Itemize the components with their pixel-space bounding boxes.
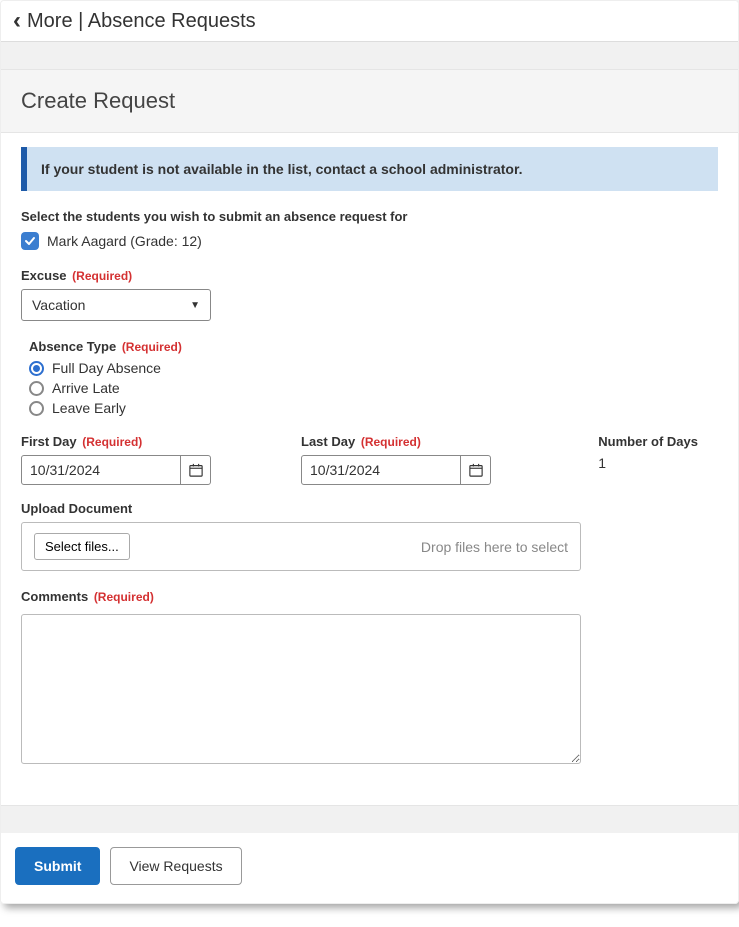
view-requests-button[interactable]: View Requests <box>110 847 241 885</box>
calendar-icon <box>189 463 203 477</box>
comments-label-text: Comments <box>21 589 88 604</box>
last-day-label: Last Day (Required) <box>301 434 561 449</box>
info-banner-text: If your student is not available in the … <box>41 161 523 177</box>
select-files-button[interactable]: Select files... <box>34 533 130 560</box>
absence-type-label: Absence Type (Required) <box>29 339 718 354</box>
last-day-value: 10/31/2024 <box>302 456 460 484</box>
caret-down-icon: ▼ <box>190 300 200 311</box>
page-title: Create Request <box>1 70 738 133</box>
calendar-icon <box>469 463 483 477</box>
submit-button[interactable]: Submit <box>15 847 100 885</box>
excuse-required: (Required) <box>72 269 132 283</box>
radio-leave-early[interactable]: Leave Early <box>29 400 718 416</box>
upload-dropzone[interactable]: Select files... Drop files here to selec… <box>21 522 581 571</box>
comments-textarea[interactable] <box>21 614 581 764</box>
radio-full-day[interactable]: Full Day Absence <box>29 360 718 376</box>
absence-type-group: Absence Type (Required) Full Day Absence… <box>29 339 718 416</box>
last-day-required: (Required) <box>361 435 421 449</box>
last-day-label-text: Last Day <box>301 434 355 449</box>
breadcrumb[interactable]: More | Absence Requests <box>27 10 256 33</box>
radio-label: Leave Early <box>52 400 126 416</box>
student-checkbox[interactable] <box>21 232 39 250</box>
num-days-field: Number of Days 1 <box>598 434 718 485</box>
upload-field: Upload Document Select files... Drop fil… <box>21 501 718 571</box>
upload-hint: Drop files here to select <box>421 539 568 555</box>
radio-icon <box>29 401 44 416</box>
date-row: First Day (Required) 10/31/2024 Last Day… <box>21 434 718 485</box>
last-day-field: Last Day (Required) 10/31/2024 <box>301 434 561 485</box>
comments-label: Comments (Required) <box>21 589 718 604</box>
last-day-input[interactable]: 10/31/2024 <box>301 455 491 485</box>
excuse-label: Excuse (Required) <box>21 268 718 283</box>
radio-label: Arrive Late <box>52 380 120 396</box>
excuse-select[interactable]: Vacation ▼ <box>21 289 211 321</box>
radio-icon <box>29 381 44 396</box>
footer-buttons: Submit View Requests <box>1 833 738 903</box>
absence-type-required: (Required) <box>122 340 182 354</box>
comments-required: (Required) <box>94 590 154 604</box>
excuse-label-text: Excuse <box>21 268 67 283</box>
comments-field: Comments (Required) <box>21 589 718 767</box>
divider-strip-bottom <box>1 805 738 833</box>
first-day-value: 10/31/2024 <box>22 456 180 484</box>
top-header: ‹ More | Absence Requests <box>1 1 738 42</box>
check-icon <box>24 235 36 247</box>
excuse-value: Vacation <box>32 297 85 313</box>
absence-type-label-text: Absence Type <box>29 339 116 354</box>
student-name: Mark Aagard (Grade: 12) <box>47 233 202 249</box>
first-day-label-text: First Day <box>21 434 77 449</box>
radio-label: Full Day Absence <box>52 360 161 376</box>
radio-icon <box>29 361 44 376</box>
divider-strip-top <box>1 42 738 70</box>
first-day-field: First Day (Required) 10/31/2024 <box>21 434 281 485</box>
back-chevron-icon[interactable]: ‹ <box>13 9 21 33</box>
excuse-field: Excuse (Required) Vacation ▼ <box>21 268 718 321</box>
student-select-label: Select the students you wish to submit a… <box>21 209 718 224</box>
num-days-label: Number of Days <box>598 434 698 449</box>
first-day-label: First Day (Required) <box>21 434 281 449</box>
radio-arrive-late[interactable]: Arrive Late <box>29 380 718 396</box>
info-banner: If your student is not available in the … <box>21 147 718 191</box>
first-day-required: (Required) <box>82 435 142 449</box>
first-day-calendar-button[interactable] <box>180 456 210 484</box>
first-day-input[interactable]: 10/31/2024 <box>21 455 211 485</box>
upload-label: Upload Document <box>21 501 718 516</box>
student-row: Mark Aagard (Grade: 12) <box>21 232 718 250</box>
last-day-calendar-button[interactable] <box>460 456 490 484</box>
num-days-value: 1 <box>598 455 698 471</box>
